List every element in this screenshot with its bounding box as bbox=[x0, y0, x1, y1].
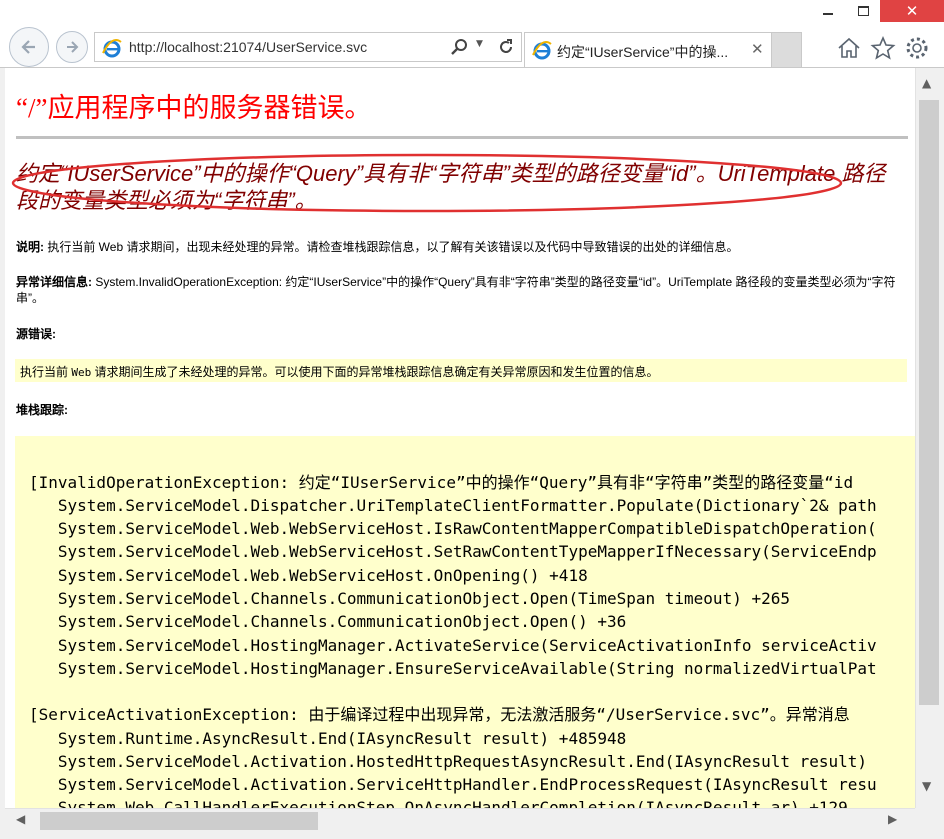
minimize-icon bbox=[823, 13, 833, 15]
stack-trace-box: [InvalidOperationException: 约定“IUserServ… bbox=[15, 436, 915, 808]
source-error-label: 源错误: bbox=[16, 327, 56, 341]
exception-label: 异常详细信息: bbox=[16, 275, 92, 289]
scroll-down-icon[interactable]: ▼ bbox=[922, 779, 931, 793]
refresh-icon[interactable] bbox=[496, 37, 516, 57]
stack-line: System.ServiceModel.Web.WebServiceHost.I… bbox=[29, 519, 877, 538]
title-bar: ✕ bbox=[0, 0, 944, 24]
url-input[interactable]: http://localhost:21074/UserService.svc bbox=[129, 39, 367, 55]
stack-line: System.ServiceModel.HostingManager.Activ… bbox=[29, 636, 877, 655]
tab-ie-logo-icon bbox=[532, 41, 552, 60]
exception-text: System.InvalidOperationException: 约定“IUs… bbox=[16, 275, 896, 305]
stack-line: System.ServiceModel.Web.WebServiceHost.S… bbox=[29, 542, 877, 561]
description-text: 执行当前 Web 请求期间，出现未经处理的异常。请检查堆栈跟踪信息，以了解有关该… bbox=[44, 240, 739, 254]
forward-arrow-icon bbox=[67, 41, 79, 53]
stack-line: System.ServiceModel.HostingManager.Ensur… bbox=[29, 659, 877, 678]
stack-line: System.ServiceModel.Dispatcher.UriTempla… bbox=[29, 496, 877, 515]
scroll-up-icon[interactable]: ▲ bbox=[922, 76, 931, 90]
source-error-box: 执行当前 Web 请求期间生成了未经处理的异常。可以使用下面的异常堆栈跟踪信息确… bbox=[15, 359, 907, 382]
vertical-scroll-thumb[interactable] bbox=[919, 100, 939, 705]
error-heading: 约定“IUserService”中的操作“Query”具有非“字符串”类型的路径… bbox=[16, 161, 886, 213]
new-tab-button[interactable] bbox=[772, 32, 802, 68]
description-row: 说明: 执行当前 Web 请求期间，出现未经处理的异常。请检查堆栈跟踪信息，以了… bbox=[16, 239, 904, 255]
stack-line: [InvalidOperationException: 约定“IUserServ… bbox=[29, 473, 854, 492]
close-window-button[interactable]: ✕ bbox=[880, 0, 944, 22]
navigation-bar: http://localhost:21074/UserService.svc ▼… bbox=[0, 24, 944, 68]
stack-line: [ServiceActivationException: 由于编译过程中出现异常… bbox=[29, 705, 850, 724]
tab-title: 约定“IUserService”中的操... bbox=[557, 44, 729, 60]
gear-icon[interactable] bbox=[904, 35, 930, 61]
stack-line: System.ServiceModel.Activation.HostedHtt… bbox=[29, 752, 868, 771]
home-icon[interactable] bbox=[836, 35, 862, 61]
stack-line: System.ServiceModel.Activation.ServiceHt… bbox=[29, 775, 877, 794]
address-bar[interactable]: http://localhost:21074/UserService.svc ▼ bbox=[94, 32, 522, 62]
back-arrow-icon bbox=[21, 40, 35, 54]
forward-button[interactable] bbox=[56, 31, 88, 63]
scrollbar-corner bbox=[915, 808, 944, 839]
search-icon[interactable] bbox=[449, 37, 469, 57]
description-label: 说明: bbox=[16, 240, 44, 254]
exception-details-row: 异常详细信息: System.InvalidOperationException… bbox=[16, 274, 904, 306]
star-icon[interactable] bbox=[870, 35, 896, 61]
source-text-b: 请求期间生成了未经处理的异常。可以使用下面的异常堆栈跟踪信息确定有关异常原因和发… bbox=[91, 365, 659, 379]
tab-close-icon[interactable]: ✕ bbox=[751, 40, 764, 58]
ie-logo-icon bbox=[102, 39, 122, 58]
stack-line: System.Runtime.AsyncResult.End(IAsyncRes… bbox=[29, 729, 627, 748]
page-viewport: “/”应用程序中的服务器错误。 约定“IUserService”中的操作“Que… bbox=[5, 68, 915, 808]
stack-line: System.Web.CallHandlerExecutionStep.OnAs… bbox=[29, 798, 848, 808]
close-icon: ✕ bbox=[905, 2, 919, 20]
scroll-left-icon[interactable]: ◀ bbox=[16, 812, 25, 826]
horizontal-scroll-thumb[interactable] bbox=[40, 812, 318, 830]
left-frame-edge bbox=[0, 68, 5, 839]
source-text-mono: Web bbox=[71, 366, 92, 379]
back-button[interactable] bbox=[9, 27, 49, 67]
stack-line: System.ServiceModel.Web.WebServiceHost.O… bbox=[29, 566, 588, 585]
maximize-button[interactable] bbox=[846, 0, 880, 22]
stack-trace-label: 堆栈跟踪: bbox=[16, 403, 68, 417]
source-text-a: 执行当前 bbox=[20, 365, 72, 379]
tab-active[interactable]: 约定“IUserService”中的操... ✕ bbox=[524, 32, 772, 68]
page-title: “/”应用程序中的服务器错误。 bbox=[16, 93, 372, 123]
minimize-button[interactable] bbox=[810, 0, 846, 22]
maximize-icon bbox=[857, 6, 869, 16]
chevron-down-icon[interactable]: ▼ bbox=[476, 39, 483, 49]
stack-line: System.ServiceModel.Channels.Communicati… bbox=[29, 589, 790, 608]
stack-line: System.ServiceModel.Channels.Communicati… bbox=[29, 612, 627, 631]
scroll-right-icon[interactable]: ▶ bbox=[888, 812, 897, 826]
title-divider bbox=[16, 136, 908, 139]
